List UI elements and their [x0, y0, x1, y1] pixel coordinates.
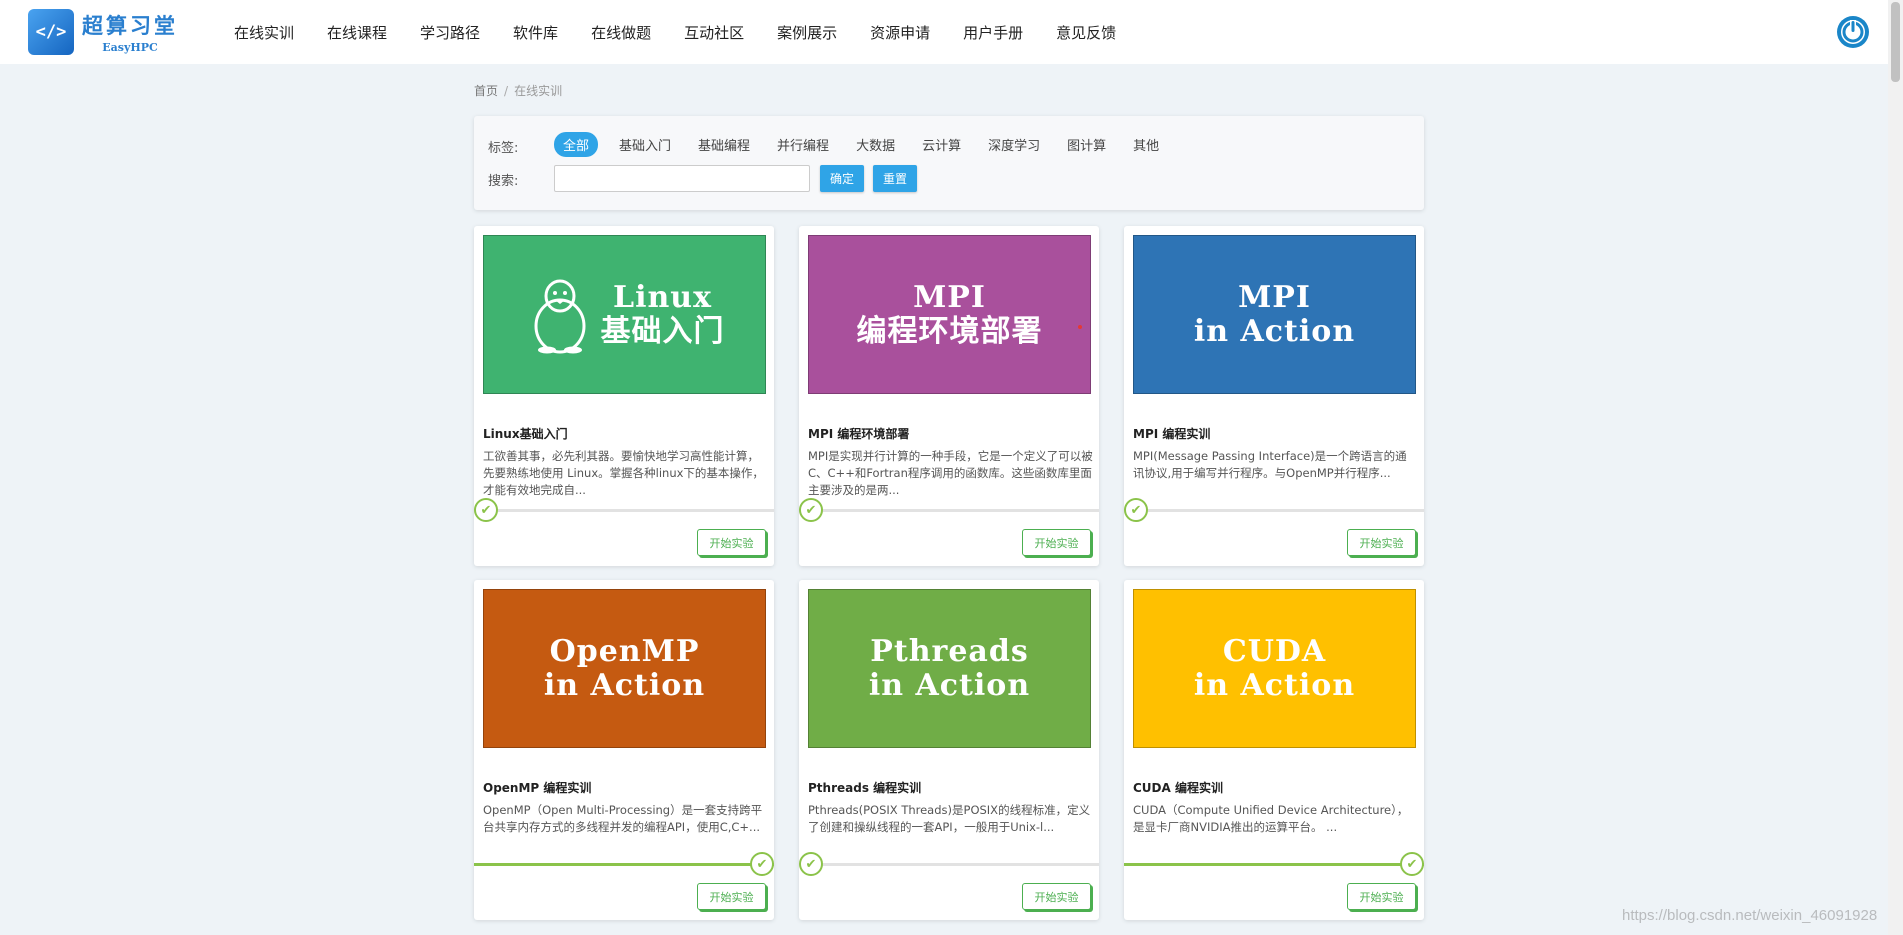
- course-card-pthreads[interactable]: Pthreads in Action Pthreads 编程实训 Pthread…: [799, 580, 1099, 920]
- nav-feedback[interactable]: 意见反馈: [1056, 22, 1116, 43]
- progress-bar: [799, 509, 1099, 512]
- card-cover-image[interactable]: OpenMP in Action: [483, 589, 766, 748]
- card-cover-image[interactable]: Pthreads in Action: [808, 589, 1091, 748]
- cursor-dot: [1078, 325, 1082, 329]
- card-description: Pthreads(POSIX Threads)是POSIX的线程标准，定义了创建…: [808, 803, 1091, 834]
- course-card-mpi-action[interactable]: MPI in Action MPI 编程实训 MPI(Message Passi…: [1124, 226, 1424, 566]
- card-description: 工欲善其事，必先利其器。要愉快地学习高性能计算，先要熟练地使用 Linux。掌握…: [483, 449, 764, 497]
- logo-title: 超算习堂: [82, 14, 178, 38]
- start-experiment-button[interactable]: 开始实验: [697, 883, 766, 910]
- code-icon: </>: [28, 9, 74, 55]
- tag-parallel-programming[interactable]: 并行编程: [777, 132, 829, 157]
- progress-bar: [799, 863, 1099, 866]
- page-scrollbar[interactable]: [1888, 0, 1903, 935]
- breadcrumb-separator: /: [504, 84, 509, 98]
- filter-panel: 标签: 全部 基础入门 基础编程 并行编程 大数据 云计算 深度学习 图计算 其…: [474, 116, 1424, 210]
- card-description: MPI是实现并行计算的一种手段，它是一个定义了可以被C、C++和Fortran程…: [808, 449, 1093, 497]
- site-logo[interactable]: </> 超算习堂 EasyHPC: [28, 8, 178, 56]
- course-card-openmp[interactable]: OpenMP in Action OpenMP 编程实训 OpenMP（Open…: [474, 580, 774, 920]
- tag-all[interactable]: 全部: [554, 132, 599, 157]
- scrollbar-thumb[interactable]: [1891, 2, 1900, 82]
- breadcrumb: 首页 / 在线实训: [474, 82, 562, 99]
- tag-big-data[interactable]: 大数据: [856, 132, 895, 157]
- nav-resource-request[interactable]: 资源申请: [870, 22, 930, 43]
- card-title[interactable]: MPI 编程环境部署: [808, 425, 909, 442]
- tag-basic-programming[interactable]: 基础编程: [698, 132, 750, 157]
- cover-line-1: CUDA: [1222, 633, 1327, 669]
- card-title[interactable]: Pthreads 编程实训: [808, 779, 921, 796]
- card-title[interactable]: Linux基础入门: [483, 425, 568, 442]
- nav-case-showcase[interactable]: 案例展示: [777, 22, 837, 43]
- start-experiment-button[interactable]: 开始实验: [1022, 883, 1091, 910]
- tag-label: 标签:: [488, 141, 519, 156]
- logo-subtitle: EasyHPC: [102, 41, 158, 54]
- nav-learning-path[interactable]: 学习路径: [420, 22, 480, 43]
- reset-button[interactable]: 重置: [873, 165, 918, 192]
- card-description: CUDA（Compute Unified Device Architecture…: [1133, 803, 1409, 834]
- card-title[interactable]: OpenMP 编程实训: [483, 779, 591, 796]
- tag-deep-learning[interactable]: 深度学习: [988, 132, 1040, 157]
- watermark: https://blog.csdn.net/weixin_46091928: [1622, 907, 1878, 924]
- progress-bar: [474, 863, 774, 866]
- nav-software-library[interactable]: 软件库: [513, 22, 558, 43]
- nav-online-training[interactable]: 在线实训: [234, 22, 294, 43]
- breadcrumb-current: 在线实训: [514, 84, 563, 98]
- course-card-mpi-env[interactable]: MPI 编程环境部署 MPI 编程环境部署 MPI是实现并行计算的一种手段，它是…: [799, 226, 1099, 566]
- check-icon: ✔: [1400, 852, 1424, 876]
- breadcrumb-home[interactable]: 首页: [474, 84, 498, 98]
- progress-bar: [474, 509, 774, 512]
- logo-text: 超算习堂 EasyHPC: [82, 10, 178, 54]
- penguin-icon: [534, 279, 585, 353]
- check-icon: ✔: [474, 498, 498, 522]
- card-description: MPI(Message Passing Interface)是一个跨语言的通讯协…: [1133, 449, 1407, 480]
- top-header: </> 超算习堂 EasyHPC 在线实训 在线课程 学习路径 软件库 在线做题…: [0, 0, 1903, 64]
- nav-online-exercises[interactable]: 在线做题: [591, 22, 651, 43]
- check-icon: ✔: [750, 852, 774, 876]
- start-experiment-button[interactable]: 开始实验: [697, 529, 766, 556]
- cover-line-2: 编程环境部署: [856, 313, 1043, 349]
- start-experiment-button[interactable]: 开始实验: [1022, 529, 1091, 556]
- nav-online-courses[interactable]: 在线课程: [327, 22, 387, 43]
- card-cover-image[interactable]: Linux 基础入门: [483, 235, 766, 394]
- cover-line-2: in Action: [543, 667, 706, 703]
- tag-cloud-computing[interactable]: 云计算: [922, 132, 961, 157]
- course-card-linux[interactable]: Linux 基础入门 Linux基础入门 工欲善其事，必先利其器。要愉快地学习高…: [474, 226, 774, 566]
- cover-line-1: MPI: [1238, 279, 1311, 315]
- tag-basic-intro[interactable]: 基础入门: [619, 132, 671, 157]
- course-card-cuda[interactable]: CUDA in Action CUDA 编程实训 CUDA（Compute Un…: [1124, 580, 1424, 920]
- progress-fill: [474, 863, 774, 866]
- cover-line-1: Linux: [613, 279, 712, 315]
- card-cover-image[interactable]: MPI 编程环境部署: [808, 235, 1091, 394]
- cover-line-1: MPI: [913, 279, 986, 315]
- progress-fill: [1124, 863, 1424, 866]
- tag-graph-computing[interactable]: 图计算: [1067, 132, 1106, 157]
- cover-line-2: in Action: [1193, 313, 1356, 349]
- check-icon: ✔: [799, 498, 823, 522]
- nav-user-manual[interactable]: 用户手册: [963, 22, 1023, 43]
- card-cover-image[interactable]: CUDA in Action: [1133, 589, 1416, 748]
- card-title[interactable]: CUDA 编程实训: [1133, 779, 1223, 796]
- search-input[interactable]: [554, 165, 810, 192]
- start-experiment-button[interactable]: 开始实验: [1347, 529, 1416, 556]
- power-icon[interactable]: [1836, 15, 1870, 49]
- nav-community[interactable]: 互动社区: [684, 22, 744, 43]
- progress-bar: [1124, 509, 1424, 512]
- main-nav: 在线实训 在线课程 学习路径 软件库 在线做题 互动社区 案例展示 资源申请 用…: [234, 0, 1149, 64]
- cover-line-2: 基础入门: [600, 313, 725, 349]
- cover-line-2: in Action: [1193, 667, 1356, 703]
- start-experiment-button[interactable]: 开始实验: [1347, 883, 1416, 910]
- progress-bar: [1124, 863, 1424, 866]
- cover-line-1: Pthreads: [870, 633, 1029, 669]
- tag-list: 全部 基础入门 基础编程 并行编程 大数据 云计算 深度学习 图计算 其他: [554, 132, 1186, 157]
- cover-line-2: in Action: [868, 667, 1031, 703]
- check-icon: ✔: [1124, 498, 1148, 522]
- check-icon: ✔: [799, 852, 823, 876]
- cover-line-1: OpenMP: [549, 633, 700, 669]
- card-description: OpenMP（Open Multi-Processing）是一套支持跨平台共享内…: [483, 803, 763, 834]
- card-cover-image[interactable]: MPI in Action: [1133, 235, 1416, 394]
- confirm-button[interactable]: 确定: [820, 165, 865, 192]
- search-label: 搜索:: [488, 174, 519, 189]
- card-title[interactable]: MPI 编程实训: [1133, 425, 1210, 442]
- tag-other[interactable]: 其他: [1133, 132, 1159, 157]
